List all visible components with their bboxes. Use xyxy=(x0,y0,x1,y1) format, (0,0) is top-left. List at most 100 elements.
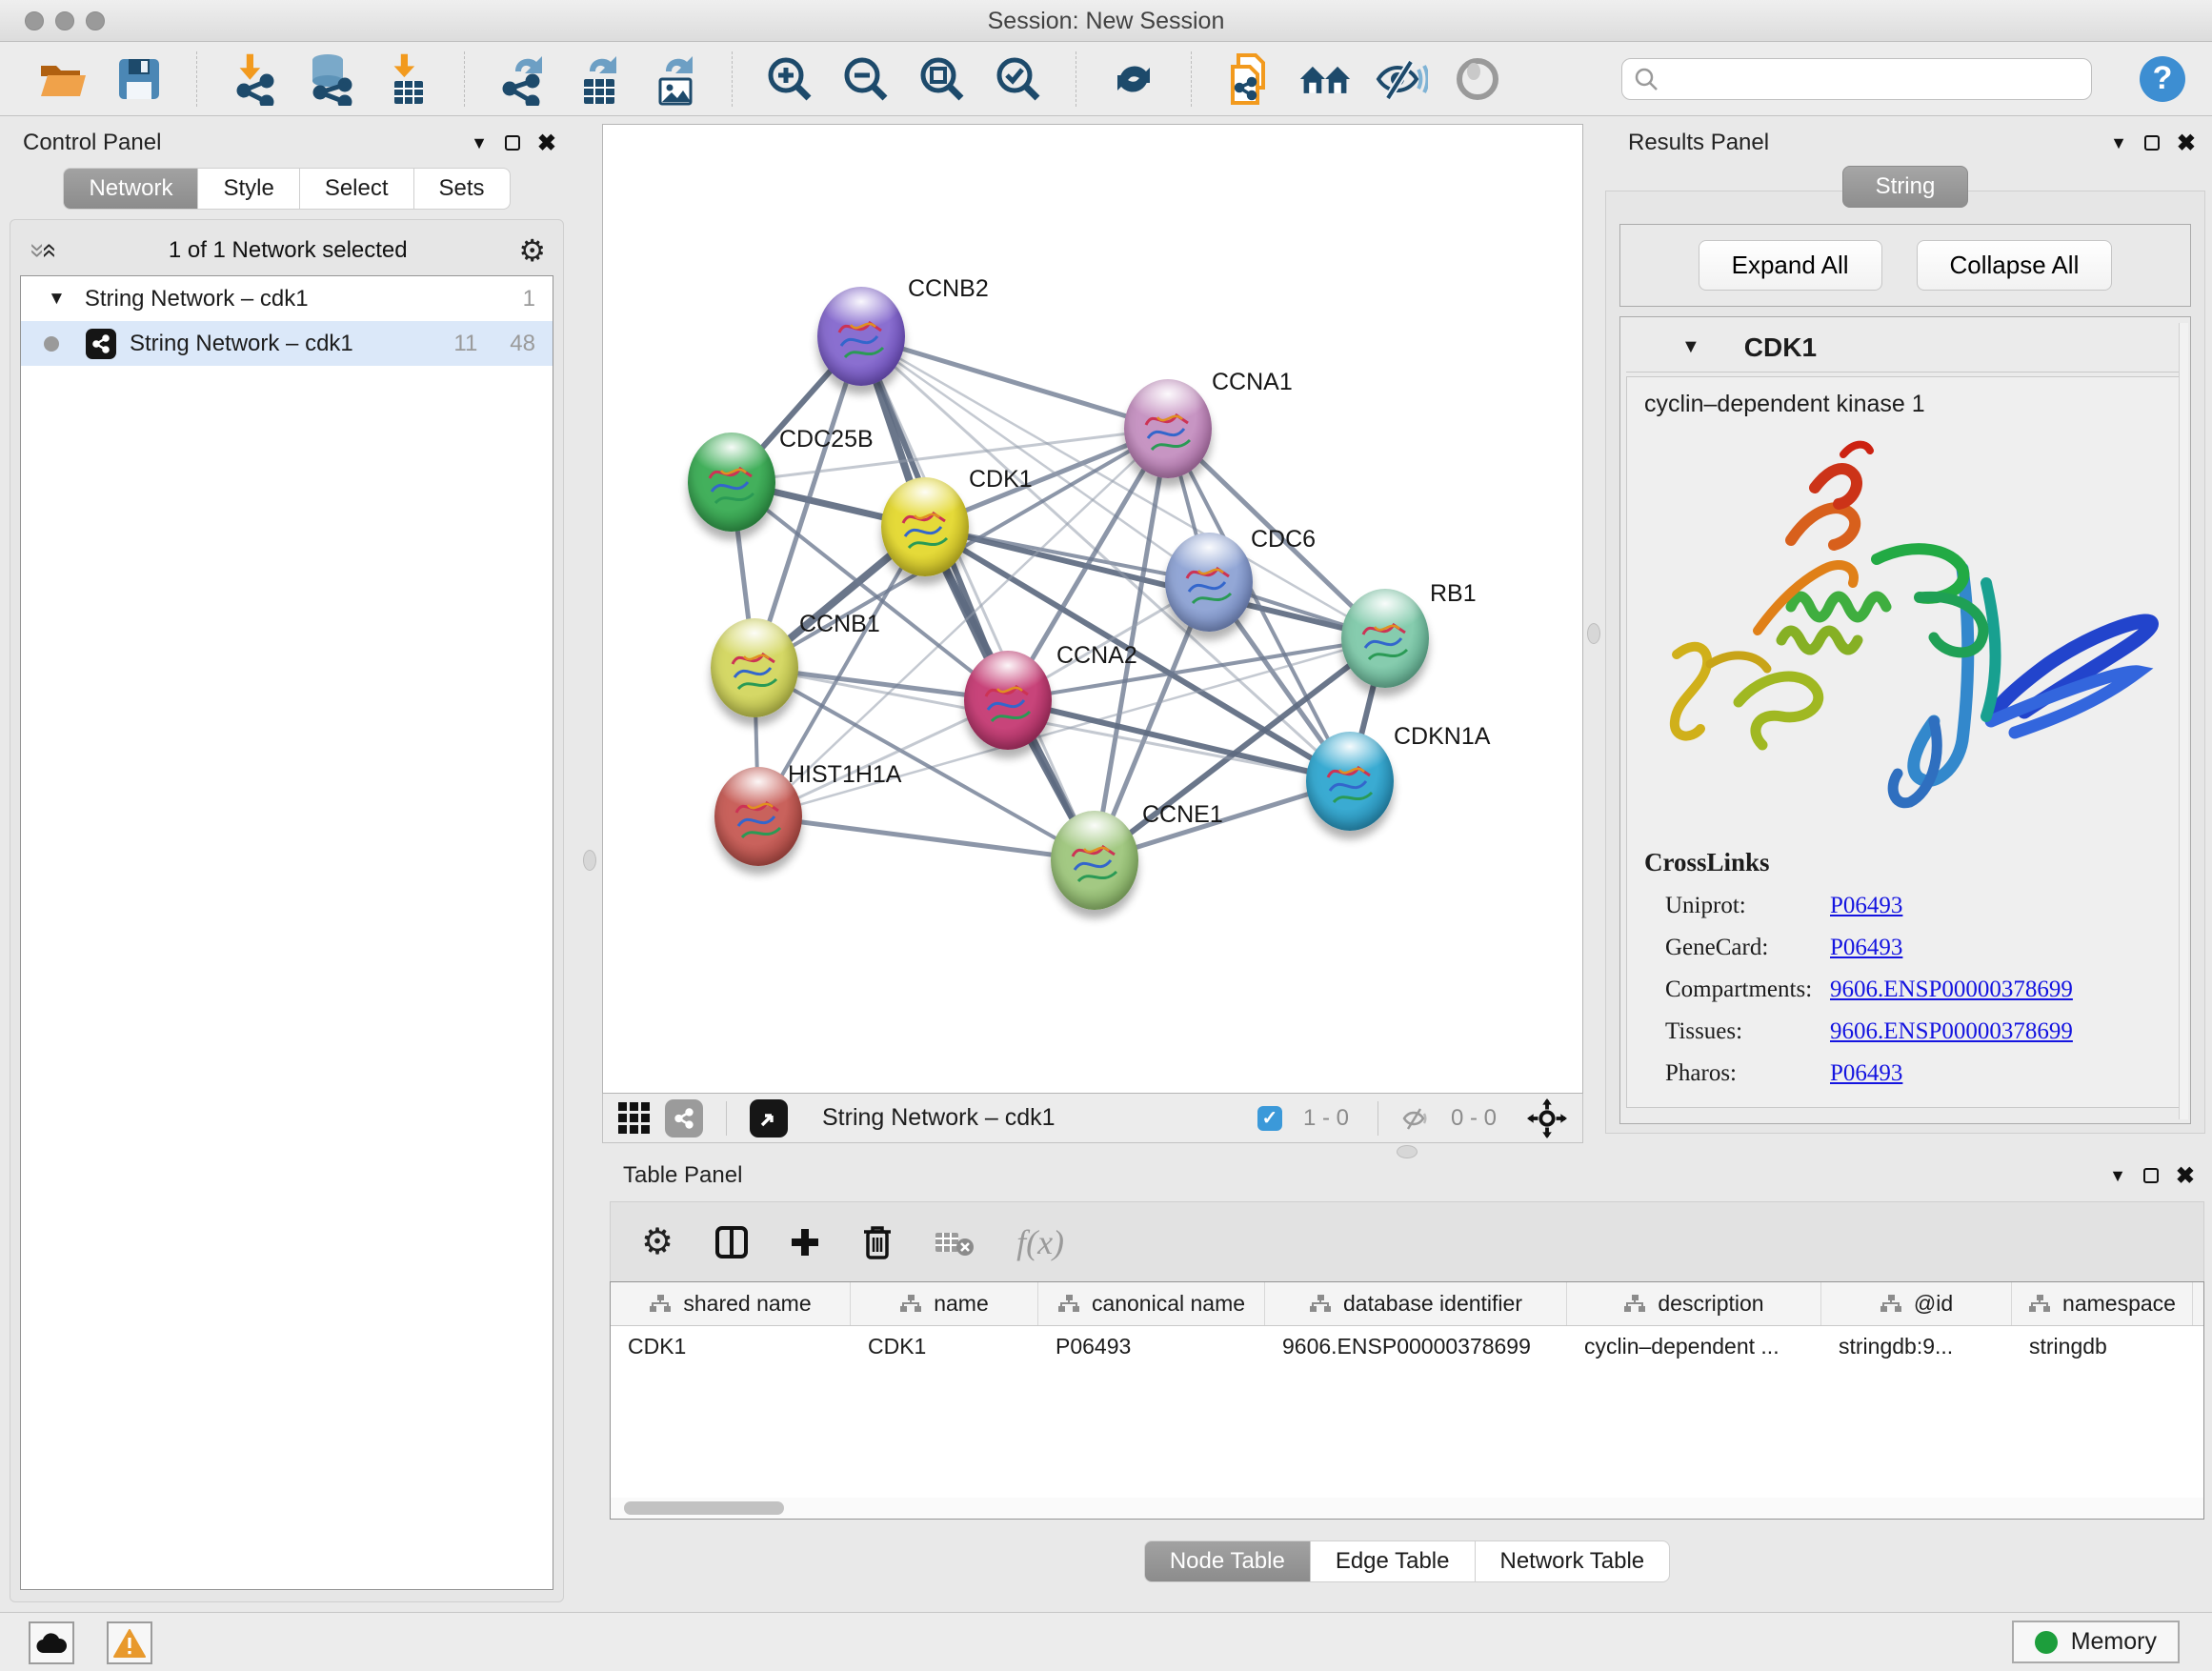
expand-all-button[interactable]: Expand All xyxy=(1699,240,1882,291)
table-cell[interactable]: CDK1 xyxy=(851,1326,1038,1368)
search-input[interactable] xyxy=(1668,67,2080,91)
collection-expand-icon[interactable]: ▼ xyxy=(48,289,66,310)
protein-thumbnail xyxy=(1320,753,1379,814)
delete-table-icon[interactable] xyxy=(935,1228,975,1257)
crosslink-link[interactable]: 9606.ENSP00000378699 xyxy=(1830,1018,2073,1045)
tab-string[interactable]: String xyxy=(1842,166,1969,208)
warning-status-button[interactable] xyxy=(107,1621,152,1664)
left-splitter-handle[interactable] xyxy=(583,850,596,871)
tab-sets[interactable]: Sets xyxy=(414,168,511,210)
network-collection-row[interactable]: ▼ String Network – cdk1 1 xyxy=(21,276,553,321)
network-row[interactable]: String Network – cdk1 11 48 xyxy=(21,321,553,366)
show-columns-icon[interactable] xyxy=(715,1226,748,1258)
function-builder-icon[interactable]: f(x) xyxy=(1016,1222,1064,1262)
network-canvas[interactable]: CCNB2 CCNA1 CDC25B CDK1 CDC6 RB1 CCNB1 C… xyxy=(602,124,1583,1094)
network-node-ccnb1[interactable] xyxy=(711,618,798,717)
table-header-cell[interactable]: database identifier xyxy=(1265,1282,1567,1325)
selected-checkbox-icon[interactable]: ✓ xyxy=(1257,1106,1282,1131)
add-column-icon[interactable] xyxy=(790,1227,820,1258)
vertical-splitter-handle[interactable] xyxy=(1587,623,1600,644)
network-edge xyxy=(758,816,1095,860)
table-header-cell[interactable]: shared name xyxy=(611,1282,851,1325)
network-node-ccne1[interactable] xyxy=(1051,811,1138,910)
table-cell[interactable]: stringdb:9... xyxy=(1821,1326,2012,1368)
help-button[interactable]: ? xyxy=(2140,56,2185,102)
table-header-cell[interactable]: name xyxy=(851,1282,1038,1325)
duplicate-network-button[interactable] xyxy=(1222,52,1276,106)
table-cell[interactable]: stringdb xyxy=(2012,1326,2193,1368)
first-neighbors-button[interactable] xyxy=(1298,52,1352,106)
delete-rows-icon[interactable] xyxy=(862,1224,893,1260)
table-tab-edge-table[interactable]: Edge Table xyxy=(1311,1540,1476,1582)
table-header-cell[interactable]: namespace xyxy=(2012,1282,2193,1325)
network-node-cdc6[interactable] xyxy=(1165,533,1253,632)
float-panel-icon[interactable] xyxy=(505,135,520,151)
apply-layout-button[interactable] xyxy=(1107,52,1160,106)
crosslink-link[interactable]: P06493 xyxy=(1830,935,1902,961)
network-node-cdc25b[interactable] xyxy=(688,433,775,532)
show-all-button[interactable] xyxy=(1451,52,1504,106)
network-node-cdkn1a[interactable] xyxy=(1306,732,1394,831)
network-share-icon[interactable] xyxy=(665,1099,703,1137)
hide-selected-button[interactable] xyxy=(1375,52,1428,106)
table-horizontal-scrollbar[interactable] xyxy=(611,1498,2203,1519)
export-table-button[interactable] xyxy=(572,52,625,106)
network-node-ccna1[interactable] xyxy=(1124,379,1212,478)
cloud-status-button[interactable] xyxy=(29,1621,74,1664)
crosslink-link[interactable]: P06493 xyxy=(1830,893,1902,919)
table-tab-network-table[interactable]: Network Table xyxy=(1476,1540,1671,1582)
network-node-rb1[interactable] xyxy=(1341,589,1429,688)
table-cell[interactable]: P06493 xyxy=(1038,1326,1265,1368)
export-image-button[interactable] xyxy=(648,52,701,106)
zoom-out-button[interactable] xyxy=(839,52,893,106)
table-cell[interactable]: CDK1 xyxy=(611,1326,851,1368)
table-tab-node-table[interactable]: Node Table xyxy=(1144,1540,1311,1582)
network-list: ▼ String Network – cdk1 1 String Network… xyxy=(20,275,553,1590)
table-header-cell[interactable]: canonical name xyxy=(1038,1282,1265,1325)
results-scrollbar[interactable] xyxy=(2179,323,2188,1119)
grid-view-icon[interactable] xyxy=(618,1102,650,1134)
protein-thumbnail xyxy=(1179,554,1238,614)
expand-all-networks-icon[interactable]: « xyxy=(40,243,59,258)
panel-menu-icon[interactable]: ▼ xyxy=(471,133,488,153)
save-session-button[interactable] xyxy=(112,52,166,106)
memory-button[interactable]: Memory xyxy=(2012,1621,2180,1663)
close-panel-icon[interactable]: ✖ xyxy=(2177,130,2196,157)
footer-separator xyxy=(1377,1101,1378,1136)
import-network-database-button[interactable] xyxy=(304,52,357,106)
float-panel-icon[interactable] xyxy=(2143,1168,2159,1183)
tab-select[interactable]: Select xyxy=(300,168,414,210)
float-panel-icon[interactable] xyxy=(2144,135,2160,151)
zoom-fit-button[interactable] xyxy=(915,52,969,106)
close-panel-icon[interactable]: ✖ xyxy=(537,130,556,157)
crosslink-link[interactable]: 9606.ENSP00000378699 xyxy=(1830,976,2073,1003)
network-node-ccna2[interactable] xyxy=(964,651,1052,750)
table-options-gear-icon[interactable]: ⚙ xyxy=(641,1228,674,1257)
import-table-button[interactable] xyxy=(380,52,433,106)
panel-menu-icon[interactable]: ▼ xyxy=(2110,133,2127,153)
table-cell[interactable]: 9606.ENSP00000378699 xyxy=(1265,1326,1567,1368)
network-options-gear-icon[interactable]: ⚙ xyxy=(518,236,546,265)
network-node-cdk1[interactable] xyxy=(881,477,969,576)
export-network-button[interactable] xyxy=(495,52,549,106)
zoom-in-button[interactable] xyxy=(763,52,816,106)
close-panel-icon[interactable]: ✖ xyxy=(2176,1162,2195,1190)
table-row[interactable]: CDK1CDK1P064939606.ENSP00000378699cyclin… xyxy=(611,1326,2203,1368)
collapse-all-button[interactable]: Collapse All xyxy=(1917,240,2113,291)
tab-style[interactable]: Style xyxy=(198,168,299,210)
protein-collapse-icon[interactable]: ▼ xyxy=(1681,336,1700,358)
panel-menu-icon[interactable]: ▼ xyxy=(2109,1166,2126,1186)
import-network-file-button[interactable] xyxy=(228,52,281,106)
table-header-cell[interactable]: description xyxy=(1567,1282,1821,1325)
tab-network[interactable]: Network xyxy=(63,168,198,210)
birds-eye-view-icon[interactable] xyxy=(750,1099,788,1137)
column-type-icon xyxy=(1623,1294,1646,1315)
table-cell[interactable]: cyclin–dependent ... xyxy=(1567,1326,1821,1368)
pan-crosshair-icon[interactable] xyxy=(1527,1098,1567,1138)
table-header-cell[interactable]: @id xyxy=(1821,1282,2012,1325)
open-session-button[interactable] xyxy=(36,52,90,106)
crosslink-link[interactable]: P06493 xyxy=(1830,1060,1902,1087)
network-node-ccnb2[interactable] xyxy=(817,287,905,386)
zoom-selected-button[interactable] xyxy=(992,52,1045,106)
export-image-icon xyxy=(651,52,698,106)
